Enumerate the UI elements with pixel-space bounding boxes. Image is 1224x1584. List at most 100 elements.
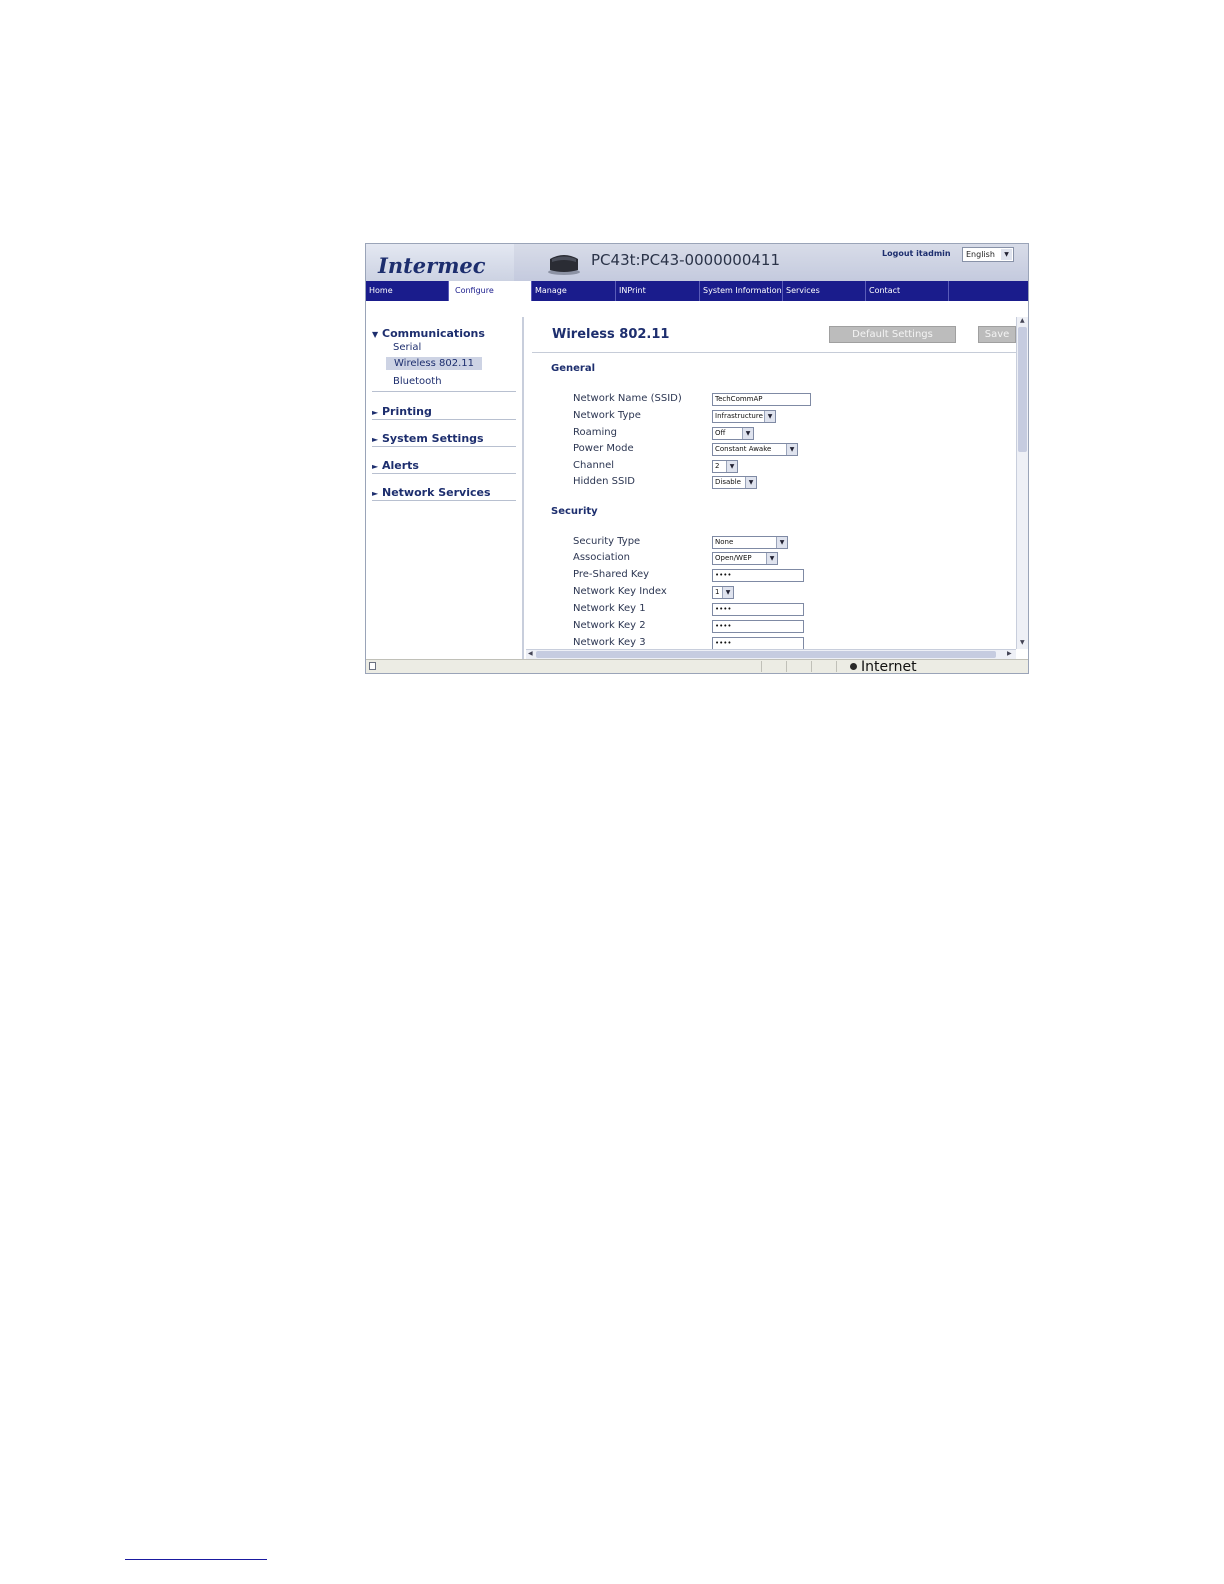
sidebar-group-alerts[interactable]: ► Alerts [372,459,419,472]
power-mode-select[interactable]: Constant Awake ▼ [712,443,798,456]
pre-shared-key-input[interactable]: •••• [712,569,804,582]
tab-contact[interactable]: Contact [866,281,949,301]
network-name-input[interactable]: TechCommAP [712,393,811,406]
status-divider [786,661,787,672]
page-title: Wireless 802.11 [552,327,670,342]
network-key-3-value: •••• [715,639,732,647]
label-network-key-index: Network Key Index [573,586,667,597]
section-security: Security [551,506,598,517]
horizontal-scroll-thumb[interactable] [536,651,996,658]
intermec-logo: Intermec [378,253,486,278]
sidebar-group-printing[interactable]: ► Printing [372,405,432,418]
pre-shared-key-value: •••• [715,571,732,579]
footnote-rule [125,1559,267,1560]
status-divider [761,661,762,672]
chevron-down-icon: ▼ [1001,249,1012,260]
logout-link[interactable]: Logout itadmin [882,249,951,258]
scroll-down-icon[interactable]: ▼ [1020,639,1025,646]
power-mode-value: Constant Awake [715,445,772,453]
association-select[interactable]: Open/WEP ▼ [712,552,778,565]
network-type-value: Infrastructure [715,412,763,420]
label-pre-shared-key: Pre-Shared Key [573,569,650,580]
tab-manage[interactable]: Manage [532,281,616,301]
sidebar: ▼ Communications Serial Wireless 802.11 … [366,317,524,659]
label-association: Association [573,552,630,563]
association-value: Open/WEP [715,554,752,562]
sidebar-item-wireless[interactable]: Wireless 802.11 [386,357,483,370]
section-general: General [551,363,595,374]
printer-icon [548,255,580,275]
sidebar-group-label: Alerts [382,459,419,472]
channel-value: 2 [715,462,720,470]
sidebar-group-label: System Settings [382,432,484,445]
sidebar-item-bluetooth[interactable]: Bluetooth [393,376,442,387]
language-select[interactable]: English ▼ [962,247,1014,262]
label-network-type: Network Type [573,410,641,421]
chevron-down-icon: ▼ [786,444,797,455]
page-icon [369,662,376,670]
sidebar-group-label: Printing [382,405,432,418]
security-type-select[interactable]: None ▼ [712,536,788,549]
status-divider [836,661,837,672]
zone-label: Internet [861,659,917,674]
sub-bar [366,301,1028,317]
scroll-up-icon[interactable]: ▲ [1020,317,1025,324]
network-key-3-input[interactable]: •••• [712,637,804,649]
network-type-select[interactable]: Infrastructure ▼ [712,410,776,423]
collapsed-arrow-icon: ► [372,408,379,417]
security-type-value: None [715,538,734,546]
device-name: PC43t:PC43-0000000411 [591,251,780,269]
network-key-index-value: 1 [715,588,720,596]
hidden-ssid-select[interactable]: Disable ▼ [712,476,757,489]
label-hidden-ssid: Hidden SSID [573,476,636,487]
network-key-index-select[interactable]: 1 ▼ [712,586,734,599]
label-security-type: Security Type [573,536,641,547]
browser-status-bar: Internet [366,659,1028,673]
network-key-2-input[interactable]: •••• [712,620,804,633]
collapsed-arrow-icon: ► [372,435,379,444]
label-channel: Channel [573,460,615,471]
tab-system-information[interactable]: System Information [700,281,783,301]
logo-area: Intermec [366,244,514,281]
vertical-scrollbar[interactable]: ▲ ▼ [1016,317,1028,649]
save-button[interactable]: Save [978,326,1016,343]
sidebar-divider [372,473,516,474]
horizontal-scrollbar[interactable]: ◀ ▶ [526,649,1016,659]
label-network-key-1: Network Key 1 [573,603,646,614]
scroll-left-icon[interactable]: ◀ [528,650,533,657]
tab-services[interactable]: Services [783,281,866,301]
tab-inprint[interactable]: INPrint [616,281,700,301]
sidebar-divider [372,419,516,420]
browser-window: Intermec PC43t:PC43-0000000411 Logout it… [365,243,1029,674]
tab-configure[interactable]: Configure [449,281,532,301]
sidebar-group-label: Communications [382,327,485,340]
expanded-arrow-icon: ▼ [372,330,379,339]
sidebar-group-network-services[interactable]: ► Network Services [372,486,491,499]
chevron-down-icon: ▼ [745,477,756,488]
language-value: English [966,250,995,259]
chevron-down-icon: ▼ [742,428,753,439]
sidebar-item-serial[interactable]: Serial [393,342,421,353]
sidebar-group-communications[interactable]: ▼ Communications [372,327,485,340]
scroll-right-icon[interactable]: ▶ [1007,650,1012,657]
internet-zone-icon [850,663,857,670]
vertical-scroll-thumb[interactable] [1018,327,1027,452]
sidebar-divider [372,500,516,501]
roaming-select[interactable]: Off ▼ [712,427,754,440]
chevron-down-icon: ▼ [722,587,733,598]
channel-select[interactable]: 2 ▼ [712,460,738,473]
sidebar-group-system-settings[interactable]: ► System Settings [372,432,484,445]
default-settings-button[interactable]: Default Settings [829,326,956,343]
network-key-1-input[interactable]: •••• [712,603,804,616]
label-network-name: Network Name (SSID) [573,393,682,404]
label-power-mode: Power Mode [573,443,634,454]
chevron-down-icon: ▼ [776,537,787,548]
roaming-value: Off [715,429,726,437]
label-network-key-2: Network Key 2 [573,620,646,631]
app-header: Intermec PC43t:PC43-0000000411 Logout it… [366,244,1028,281]
chevron-down-icon: ▼ [726,461,737,472]
network-key-2-value: •••• [715,622,732,630]
tab-home[interactable]: Home [366,281,449,301]
title-divider [532,352,1016,353]
sidebar-group-label: Network Services [382,486,491,499]
